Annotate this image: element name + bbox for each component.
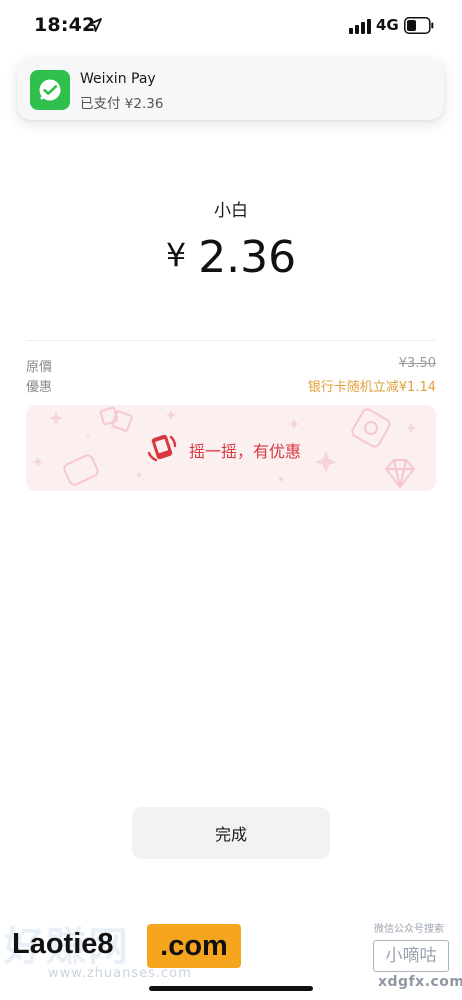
watermark-xiaodigu: 小嘀咕	[373, 940, 449, 972]
shake-for-discount-banner[interactable]: 摇一摇，有优惠	[26, 405, 436, 491]
payment-amount: ¥2.36	[0, 232, 462, 283]
discount-row: 優惠 银行卡随机立减¥1.14	[26, 376, 436, 395]
watermark-com-badge: .com	[147, 924, 241, 968]
amount-value: 2.36	[198, 232, 297, 283]
home-indicator[interactable]	[149, 986, 313, 991]
shake-icon	[147, 434, 177, 462]
watermark-wechat-search: 微信公众号搜索	[374, 924, 444, 935]
watermark-xdgfx-url: xdgfx.com	[378, 974, 462, 990]
location-arrow-icon	[88, 18, 102, 32]
network-label: 4G	[376, 16, 399, 34]
payee-name: 小白	[214, 201, 248, 221]
discount-label: 優惠	[26, 380, 53, 395]
watermark-laotie8: Laotie8	[12, 928, 114, 960]
signal-icon	[349, 19, 371, 34]
original-price-label: 原價	[26, 360, 53, 375]
original-price-row: 原價 ¥3.50	[26, 356, 436, 375]
original-price-value: ¥3.50	[398, 356, 436, 371]
shake-label: 摇一摇，有优惠	[189, 442, 302, 461]
payment-notification[interactable]: Weixin Pay 已支付 ¥2.36	[17, 58, 444, 120]
divider	[26, 340, 436, 341]
currency-symbol: ¥	[165, 236, 187, 274]
battery-icon	[404, 17, 434, 34]
discount-value: 银行卡随机立减¥1.14	[307, 380, 436, 395]
notification-title: Weixin Pay	[80, 71, 156, 87]
status-bar: 18:42 4G	[0, 0, 462, 52]
watermark-zhuanses-url: www.zhuanses.com	[48, 966, 192, 981]
wechat-pay-icon	[30, 70, 70, 110]
done-button[interactable]: 完成	[132, 807, 330, 859]
notification-message: 已支付 ¥2.36	[80, 96, 164, 112]
